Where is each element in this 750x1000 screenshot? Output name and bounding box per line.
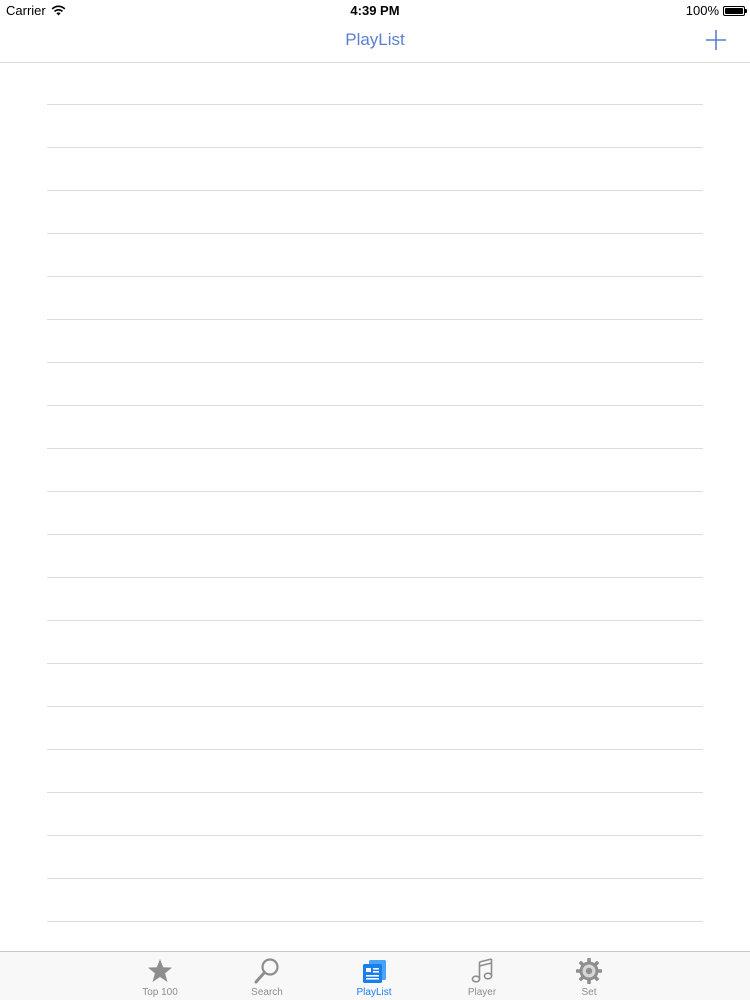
music-note-icon <box>471 958 493 983</box>
status-bar: Carrier 4:39 PM 100% <box>0 0 750 20</box>
magnifier-icon <box>254 958 279 984</box>
table-row[interactable] <box>47 191 703 234</box>
table-row[interactable] <box>47 621 703 664</box>
table-row[interactable] <box>47 363 703 406</box>
navigation-bar: PlayList <box>0 20 750 63</box>
tab-search[interactable]: Search <box>222 952 312 1000</box>
tab-set[interactable]: Set <box>544 952 634 1000</box>
table-row[interactable] <box>47 879 703 922</box>
status-right: 100% <box>685 3 747 18</box>
table-row[interactable] <box>47 664 703 707</box>
table-row[interactable] <box>47 406 703 449</box>
tab-label-player: Player <box>467 987 497 998</box>
tab-bar: Top 100 Search PlayList Player Set <box>0 951 750 1000</box>
table-row[interactable] <box>47 320 703 363</box>
tab-label-set: Set <box>581 987 597 998</box>
tab-player[interactable]: Player <box>437 952 527 1000</box>
table-row[interactable] <box>47 535 703 578</box>
page-title: PlayList <box>345 30 405 49</box>
playlist-icon <box>363 960 386 983</box>
star-icon <box>148 959 172 982</box>
table-row[interactable] <box>47 277 703 320</box>
table-row[interactable] <box>47 105 703 148</box>
battery-fill <box>725 7 743 14</box>
table-row[interactable] <box>47 492 703 535</box>
tab-label-search: Search <box>251 987 283 998</box>
app-root: Carrier 4:39 PM 100% PlayList Top 100 Se… <box>0 0 750 1000</box>
add-playlist-button[interactable] <box>704 28 728 52</box>
table-row[interactable] <box>47 234 703 277</box>
table-row[interactable] <box>47 707 703 750</box>
tab-top-100[interactable]: Top 100 <box>115 952 205 1000</box>
tab-playlist[interactable]: PlayList <box>329 952 419 1000</box>
tab-label-playlist: PlayList <box>356 987 392 998</box>
table-row[interactable] <box>47 63 703 105</box>
table-row[interactable] <box>47 750 703 793</box>
table-row[interactable] <box>47 578 703 621</box>
table-row[interactable] <box>47 793 703 836</box>
table-row[interactable] <box>47 836 703 879</box>
tab-label-top-100: Top 100 <box>142 987 178 998</box>
battery-icon <box>723 5 747 16</box>
table-row[interactable] <box>47 449 703 492</box>
plus-icon <box>706 30 726 50</box>
playlist-table[interactable] <box>0 63 750 951</box>
gear-icon <box>576 958 602 984</box>
table-row[interactable] <box>47 148 703 191</box>
status-time: 4:39 PM <box>350 3 400 18</box>
battery-percent: 100% <box>685 3 719 18</box>
battery-tip <box>745 8 747 13</box>
